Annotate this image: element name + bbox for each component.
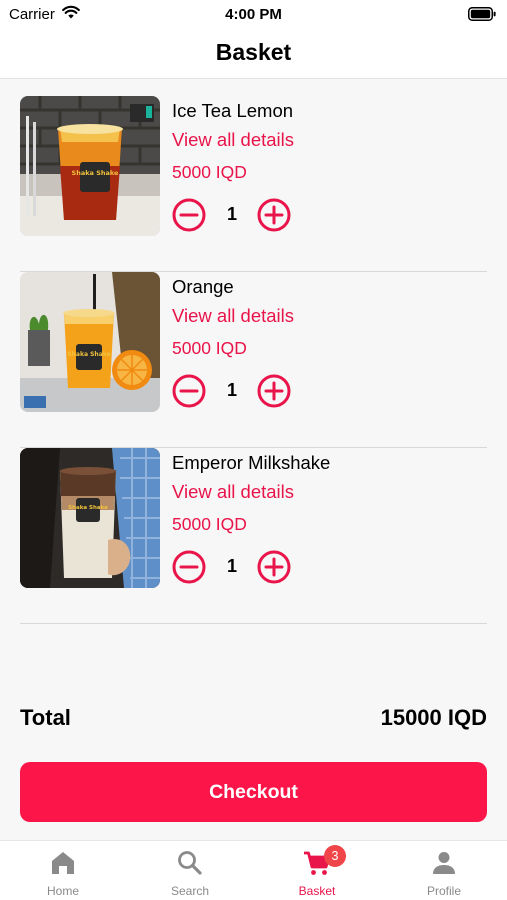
tab-basket[interactable]: 3 Basket bbox=[254, 841, 380, 900]
product-image[interactable]: Shaka Shake bbox=[20, 96, 160, 236]
navigation-header: Basket bbox=[0, 28, 507, 79]
tab-label: Profile bbox=[426, 884, 461, 898]
tab-home[interactable]: Home bbox=[0, 841, 126, 900]
status-time: 4:00 PM bbox=[225, 6, 282, 23]
tab-search[interactable]: Search bbox=[127, 841, 253, 900]
tab-label: Search bbox=[170, 884, 210, 898]
total-label: Total bbox=[20, 705, 71, 730]
tab-profile[interactable]: Profile bbox=[381, 841, 507, 900]
tab-bar: Home Search 3 Basket Profile bbox=[0, 840, 507, 900]
checkout-button[interactable]: Checkout bbox=[20, 762, 487, 822]
view-details-link[interactable]: View all details bbox=[172, 481, 294, 503]
basket-item: Shaka Shake Orange View all details 5000… bbox=[20, 272, 487, 448]
person-icon bbox=[433, 852, 455, 874]
basket-item: Shaka Shake Emperor Milkshake View all d… bbox=[20, 448, 487, 624]
search-icon bbox=[178, 851, 202, 875]
battery-icon bbox=[468, 7, 496, 21]
item-price: 5000 IQD bbox=[172, 338, 247, 358]
status-bar: Carrier 4:00 PM bbox=[0, 0, 507, 28]
cart-count-badge: 3 bbox=[324, 845, 346, 867]
view-details-link[interactable]: View all details bbox=[172, 305, 294, 327]
item-name: Ice Tea Lemon bbox=[172, 100, 294, 121]
increase-quantity-button[interactable] bbox=[257, 374, 291, 408]
product-image[interactable]: Shaka Shake bbox=[20, 272, 160, 412]
quantity-value: 1 bbox=[226, 380, 237, 400]
item-price: 5000 IQD bbox=[172, 514, 247, 534]
page-title: Basket bbox=[215, 39, 292, 65]
total-value: 15000 IQD bbox=[380, 705, 487, 730]
cup-label: Shaka Shake bbox=[67, 351, 110, 358]
cup-label: Shaka Shake bbox=[68, 505, 108, 511]
tab-label: Home bbox=[46, 884, 79, 898]
basket-item: Shaka Shake Ice Tea Lemon View all detai… bbox=[20, 96, 487, 272]
quantity-value: 1 bbox=[226, 556, 237, 576]
increase-quantity-button[interactable] bbox=[257, 550, 291, 584]
decrease-quantity-button[interactable] bbox=[172, 550, 206, 584]
quantity-value: 1 bbox=[226, 204, 237, 224]
product-image[interactable]: Shaka Shake bbox=[20, 448, 160, 588]
tab-label: Basket bbox=[298, 884, 336, 898]
item-name: Emperor Milkshake bbox=[172, 452, 331, 473]
decrease-quantity-button[interactable] bbox=[172, 198, 206, 232]
cup-label: Shaka Shake bbox=[72, 169, 120, 177]
decrease-quantity-button[interactable] bbox=[172, 374, 206, 408]
item-price: 5000 IQD bbox=[172, 162, 247, 182]
increase-quantity-button[interactable] bbox=[257, 198, 291, 232]
home-icon bbox=[52, 852, 74, 874]
item-name: Orange bbox=[172, 276, 234, 297]
view-details-link[interactable]: View all details bbox=[172, 129, 294, 151]
